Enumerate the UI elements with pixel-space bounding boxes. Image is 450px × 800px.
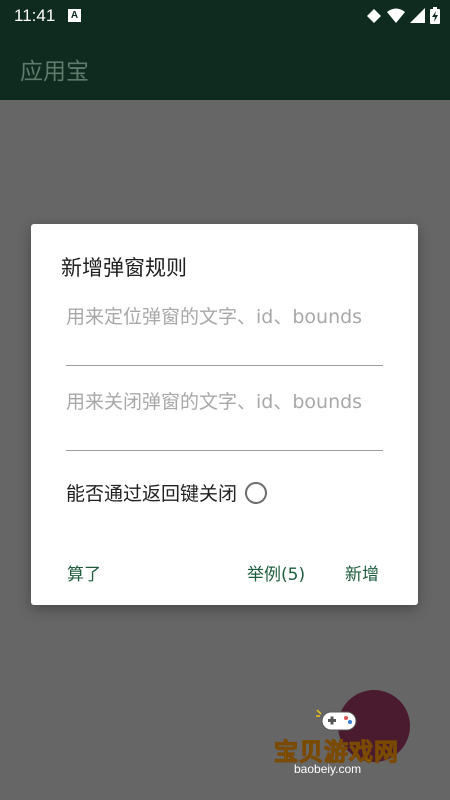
back-key-close-option[interactable]: 能否通过返回键关闭 [66, 479, 268, 506]
add-popup-rule-dialog: 新增弹窗规则 用来定位弹窗的文字、id、bounds 用来关闭弹窗的文字、id、… [31, 224, 418, 605]
gamepad-icon [316, 709, 357, 731]
example-button[interactable]: 举例(5) [247, 560, 305, 585]
watermark-url: baobeiy.com [294, 762, 362, 776]
add-button[interactable]: 新增 [345, 560, 379, 585]
locate-popup-input[interactable]: 用来定位弹窗的文字、id、bounds [66, 304, 383, 366]
status-bar: 11:41 A [0, 0, 450, 32]
status-icons [366, 7, 440, 24]
cell-signal-icon [410, 8, 425, 23]
back-key-close-label: 能否通过返回键关闭 [66, 483, 238, 505]
status-time: 11:41 [14, 6, 56, 25]
app-title: 应用宝 [20, 59, 89, 85]
app-bar: 应用宝 [0, 32, 450, 100]
dialog-title: 新增弹窗规则 [61, 256, 187, 280]
watermark: 宝贝游戏网 baobeiy.com [272, 706, 422, 786]
notification-icon: A [68, 9, 81, 22]
signal-diamond-icon [367, 8, 381, 23]
battery-charging-icon [430, 7, 440, 24]
locate-popup-placeholder: 用来定位弹窗的文字、id、bounds [66, 306, 363, 328]
close-popup-placeholder: 用来关闭弹窗的文字、id、bounds [66, 391, 363, 413]
close-popup-input[interactable]: 用来关闭弹窗的文字、id、bounds [66, 389, 383, 451]
wifi-icon [387, 8, 405, 23]
back-key-close-radio[interactable] [245, 481, 268, 504]
cancel-button[interactable]: 算了 [67, 560, 101, 585]
